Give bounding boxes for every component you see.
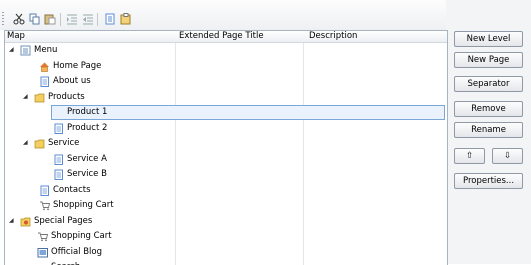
new-page-button[interactable]: New Page	[454, 52, 523, 68]
page-icon	[54, 169, 63, 180]
tree-row[interactable]: Contacts	[5, 183, 447, 198]
tree-row[interactable]: ◢ Products	[5, 90, 447, 105]
tree-row-label: Service B	[67, 169, 107, 179]
menu-icon	[20, 45, 31, 56]
tree-row-label: Special Pages	[34, 215, 93, 226]
tree-row-label: Service	[48, 138, 80, 148]
tree-row[interactable]: Service B	[5, 167, 447, 182]
home-icon	[40, 62, 49, 72]
folder-icon	[34, 139, 45, 149]
tree-row[interactable]: Shopping Cart	[5, 198, 447, 213]
tree-row-label: Home Page	[53, 60, 102, 71]
tree-row[interactable]: Product 1	[5, 105, 447, 120]
cut-icon[interactable]	[13, 13, 25, 25]
folder-icon	[34, 93, 45, 102]
separator-button[interactable]: Separator	[454, 76, 523, 92]
indent-icon[interactable]	[66, 13, 78, 25]
column-header-description[interactable]: Description	[309, 31, 357, 42]
tree-row-label: Search	[51, 260, 80, 265]
special-folder-icon	[20, 217, 31, 226]
tree-row[interactable]: ◢ Special Pages	[5, 214, 447, 229]
tree-row-label: Official Blog	[51, 246, 103, 257]
tree-row[interactable]: Product 2	[5, 121, 447, 136]
tree-row-label: Contacts	[53, 184, 91, 195]
move-up-button[interactable]: ⇧	[454, 148, 485, 164]
expand-toggle-icon[interactable]: ◢	[23, 93, 31, 101]
paste-icon[interactable]	[44, 13, 56, 25]
tree-row[interactable]: About us	[5, 74, 447, 89]
blog-icon	[37, 247, 48, 257]
page-icon[interactable]	[104, 13, 116, 25]
tree-row[interactable]: Search	[5, 260, 447, 265]
grid-header: Map Extended Page Title Description	[5, 31, 447, 43]
tree-row-label: Shopping Cart	[51, 231, 112, 241]
site-map-grid[interactable]: Map Extended Page Title Description ◢ Men…	[4, 30, 448, 265]
new-level-button[interactable]: New Level	[454, 31, 523, 47]
cart-icon	[40, 201, 50, 211]
column-header-map[interactable]: Map	[7, 31, 25, 42]
tree-row-label: Product 1	[67, 107, 108, 117]
tree-row[interactable]: Service A	[5, 152, 447, 167]
copy-icon[interactable]	[29, 13, 41, 25]
move-down-button[interactable]: ⇩	[492, 148, 523, 164]
page-icon	[40, 76, 49, 87]
properties-icon[interactable]	[120, 13, 132, 25]
toolbar-grip[interactable]	[2, 12, 4, 26]
cart-icon	[38, 232, 48, 242]
remove-button[interactable]: Remove	[454, 101, 523, 117]
tree-row-label: Product 2	[67, 122, 108, 133]
page-icon	[40, 185, 49, 196]
tree-row-label: Service A	[67, 153, 107, 164]
toolbar	[0, 0, 446, 30]
expand-toggle-icon[interactable]: ◢	[23, 139, 31, 147]
tree-row-label: Shopping Cart	[53, 200, 114, 210]
tree-row[interactable]: ◢ Menu	[5, 43, 447, 58]
tree-row-label: Menu	[34, 45, 58, 55]
tree-row-label: About us	[53, 76, 91, 86]
tree-row[interactable]: Home Page	[5, 59, 447, 74]
toolbar-separator	[60, 13, 61, 26]
page-icon	[54, 154, 63, 165]
tree-row[interactable]: ◢ Service	[5, 136, 447, 151]
rename-button[interactable]: Rename	[454, 122, 523, 138]
tree-row[interactable]: Official Blog	[5, 245, 447, 260]
column-header-extended-title[interactable]: Extended Page Title	[179, 31, 264, 42]
expand-toggle-icon[interactable]: ◢	[9, 46, 17, 54]
tree-row-label: Products	[48, 91, 85, 102]
properties-button[interactable]: Properties...	[454, 173, 523, 189]
toolbar-separator	[97, 13, 98, 26]
selection-highlight	[51, 105, 445, 120]
tree-row[interactable]: Shopping Cart	[5, 229, 447, 244]
outdent-icon[interactable]	[82, 13, 94, 25]
expand-toggle-icon[interactable]: ◢	[9, 217, 17, 225]
page-icon	[54, 123, 63, 134]
